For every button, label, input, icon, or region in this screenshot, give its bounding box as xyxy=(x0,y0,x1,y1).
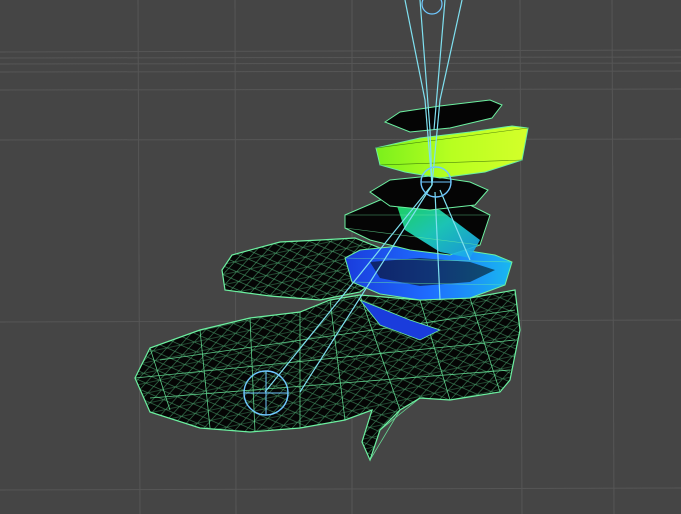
top-dark-ring[interactable] xyxy=(383,99,503,133)
yellow-weight-ring[interactable] xyxy=(375,125,529,179)
3d-viewport[interactable] xyxy=(0,0,681,514)
viewport-canvas[interactable] xyxy=(0,0,681,514)
upper-dark-ring[interactable] xyxy=(369,175,489,211)
joint-toe[interactable] xyxy=(243,370,289,416)
joint-top[interactable] xyxy=(421,0,443,15)
foot-mesh[interactable] xyxy=(134,289,521,462)
